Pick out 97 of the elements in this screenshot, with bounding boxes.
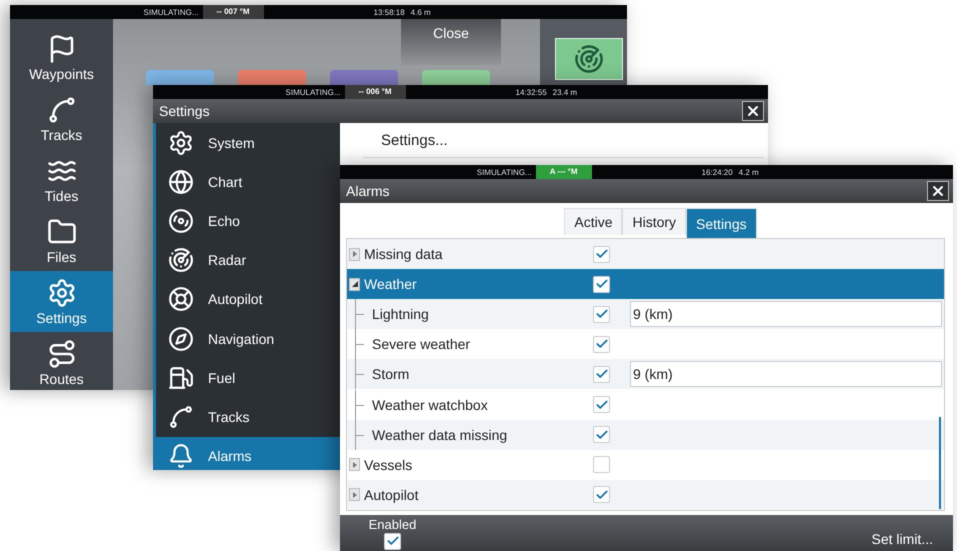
checkmark-icon bbox=[594, 428, 608, 442]
heading-badge: -- 006 °M bbox=[344, 85, 406, 99]
clock-text: 14:32:55 bbox=[516, 88, 547, 96]
enabled-label: Enabled bbox=[368, 516, 416, 532]
alarm-label: Weather watchbox bbox=[372, 396, 488, 413]
folder-icon bbox=[46, 216, 76, 246]
close-button[interactable]: Close bbox=[401, 19, 501, 65]
checkbox[interactable] bbox=[593, 246, 610, 263]
clock-text: 13:58:18 bbox=[374, 8, 405, 16]
tab[interactable]: History bbox=[622, 208, 686, 235]
close-button[interactable] bbox=[742, 101, 764, 121]
distance-text: 4.2 m bbox=[738, 168, 759, 176]
close-icon bbox=[745, 103, 761, 119]
app-tile[interactable] bbox=[422, 70, 490, 85]
checkmark-icon bbox=[386, 534, 400, 548]
disc-icon bbox=[168, 208, 194, 234]
checkbox[interactable] bbox=[593, 366, 610, 383]
checkbox[interactable] bbox=[593, 306, 610, 323]
simulating-text: SIMULATING... bbox=[144, 8, 199, 16]
checkbox[interactable] bbox=[593, 396, 610, 414]
fuel-pump-icon bbox=[168, 364, 194, 391]
app-tile[interactable] bbox=[330, 70, 398, 85]
expand-triangle-icon bbox=[352, 492, 358, 498]
radar-thumbnail[interactable] bbox=[555, 38, 623, 80]
alarm-row[interactable]: Storm 9 (km) bbox=[347, 359, 944, 390]
alarm-row[interactable]: Lightning 9 (km) bbox=[347, 299, 944, 330]
globe-icon bbox=[168, 168, 194, 195]
alarm-label: Lightning bbox=[372, 306, 429, 322]
limit-field[interactable]: 9 (km) bbox=[630, 361, 942, 388]
alarm-row[interactable]: Weather bbox=[347, 269, 944, 300]
alarm-row[interactable]: Weather data missing bbox=[347, 420, 944, 450]
sidebar-item[interactable]: Files bbox=[10, 210, 113, 271]
tab[interactable]: Settings bbox=[686, 208, 757, 238]
alarm-label: Storm bbox=[372, 366, 410, 382]
checkbox[interactable] bbox=[593, 336, 610, 353]
heading-badge: -- 007 °M bbox=[202, 5, 264, 19]
radar-icon bbox=[574, 44, 604, 74]
menu-item[interactable]: Tracks bbox=[156, 397, 340, 436]
radar-icon bbox=[168, 247, 194, 274]
checkbox[interactable] bbox=[593, 456, 610, 474]
sidebar-item[interactable]: Tracks bbox=[10, 88, 113, 149]
menu-item[interactable]: Fuel bbox=[156, 358, 340, 398]
expander-toggle[interactable] bbox=[349, 278, 360, 291]
app-tile[interactable] bbox=[238, 70, 306, 85]
simulating-text: SIMULATING... bbox=[476, 168, 532, 176]
checkbox[interactable] bbox=[593, 426, 610, 444]
sidebar-item[interactable]: Waypoints bbox=[10, 27, 113, 88]
alarm-label: Weather data missing bbox=[372, 426, 508, 443]
menu-item[interactable]: Echo bbox=[156, 201, 340, 241]
sidebar-item[interactable]: Tides bbox=[10, 149, 113, 210]
collapse-triangle-icon bbox=[352, 281, 358, 288]
route-icon bbox=[46, 338, 76, 368]
set-limit-button[interactable]: Set limit... bbox=[872, 519, 933, 547]
menu-item[interactable]: Radar bbox=[156, 240, 340, 280]
alarm-label: Weather bbox=[364, 276, 417, 292]
simulating-text: SIMULATING... bbox=[286, 88, 341, 96]
window-title: Alarms bbox=[346, 183, 390, 199]
distance-text: 4.6 m bbox=[410, 8, 431, 16]
alarm-row[interactable]: Severe weather bbox=[347, 329, 944, 360]
distance-text: 23.4 m bbox=[552, 88, 578, 96]
menu-item[interactable]: Alarms bbox=[156, 436, 340, 470]
compass-icon bbox=[168, 326, 194, 352]
scrollbar-thumb[interactable] bbox=[939, 417, 941, 509]
menu-item[interactable]: Autopilot bbox=[156, 280, 340, 319]
alarm-label: Vessels bbox=[364, 456, 412, 473]
close-icon bbox=[930, 183, 946, 199]
window-title: Settings bbox=[159, 103, 210, 119]
menu-item[interactable]: System bbox=[156, 123, 340, 162]
sidebar-item[interactable]: Routes bbox=[10, 332, 113, 390]
expander-toggle[interactable] bbox=[349, 458, 360, 472]
expander-toggle[interactable] bbox=[349, 248, 360, 261]
checkbox[interactable] bbox=[593, 486, 610, 504]
checkmark-icon bbox=[594, 488, 608, 502]
menu-item[interactable]: Chart bbox=[156, 162, 340, 202]
alarm-label: Missing data bbox=[364, 246, 443, 262]
expand-triangle-icon bbox=[352, 462, 358, 468]
tab[interactable]: Active bbox=[564, 208, 622, 235]
sidebar-item[interactable]: Settings bbox=[10, 271, 113, 332]
bell-icon bbox=[168, 443, 194, 470]
app-tile[interactable] bbox=[146, 70, 214, 85]
panel-heading: Settings... bbox=[363, 123, 764, 158]
expander-toggle[interactable] bbox=[349, 488, 360, 502]
heading-badge: A --- °M bbox=[536, 165, 592, 179]
settings-icon bbox=[168, 130, 194, 156]
menu-item[interactable]: Navigation bbox=[156, 318, 340, 358]
alarm-label: Severe weather bbox=[372, 336, 470, 352]
clock-text: 16:24:20 bbox=[702, 168, 733, 176]
alarm-row[interactable]: Missing data bbox=[347, 239, 944, 270]
limit-field[interactable]: 9 (km) bbox=[630, 301, 942, 328]
close-button[interactable] bbox=[927, 181, 949, 201]
settings-icon bbox=[46, 278, 76, 308]
expand-triangle-icon bbox=[352, 251, 358, 258]
alarm-label: Autopilot bbox=[364, 486, 418, 503]
alarm-row[interactable]: Autopilot bbox=[347, 480, 944, 510]
checkbox[interactable] bbox=[384, 532, 401, 550]
checkmark-icon bbox=[594, 398, 608, 412]
checkbox[interactable] bbox=[593, 276, 610, 293]
